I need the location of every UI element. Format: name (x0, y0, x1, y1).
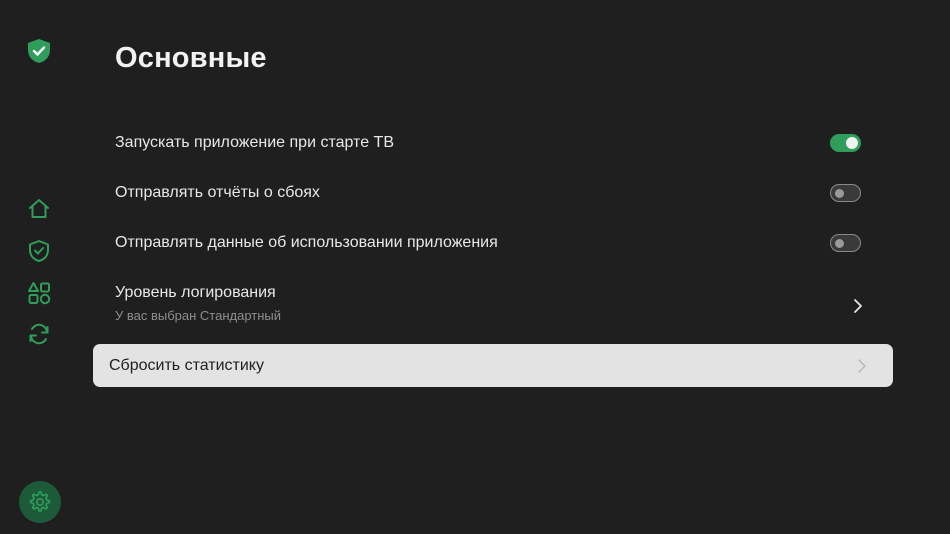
shield-icon[interactable] (26, 238, 52, 264)
chevron-right-icon (858, 358, 866, 373)
toggle-knob (835, 238, 844, 248)
home-icon[interactable] (26, 196, 52, 222)
setting-logging-label: Уровень логирования (115, 284, 276, 301)
setting-crash-reports-label: Отправлять отчёты о сбоях (115, 184, 320, 201)
settings-screen: Основные Запускать приложение при старте… (0, 0, 950, 534)
shield-check-icon (28, 39, 50, 63)
setting-crash-reports[interactable]: Отправлять отчёты о сбоях (93, 173, 893, 213)
apps-icon[interactable] (26, 280, 52, 306)
nav-settings-button[interactable] (19, 481, 61, 523)
page-title: Основные (115, 42, 267, 74)
setting-autostart-label: Запускать приложение при старте ТВ (115, 134, 394, 151)
setting-usage-data[interactable]: Отправлять данные об использовании прило… (93, 223, 893, 263)
gear-icon (29, 491, 51, 512)
toggle-knob (846, 137, 858, 149)
toggle-knob (835, 188, 844, 198)
setting-reset-stats-label: Сбросить статистику (109, 356, 264, 374)
usage-data-toggle[interactable] (830, 234, 861, 252)
setting-logging-level[interactable]: Уровень логирования У вас выбран Стандар… (93, 284, 893, 328)
setting-reset-stats[interactable]: Сбросить статистику (93, 344, 893, 387)
setting-usage-data-label: Отправлять данные об использовании прило… (115, 234, 498, 251)
setting-logging-sublabel: У вас выбран Стандартный (115, 308, 282, 323)
autostart-toggle[interactable] (830, 134, 861, 152)
crash-reports-toggle[interactable] (830, 184, 861, 202)
sync-icon[interactable] (26, 321, 52, 347)
setting-autostart[interactable]: Запускать приложение при старте ТВ (93, 123, 893, 163)
chevron-right-icon (854, 299, 862, 313)
